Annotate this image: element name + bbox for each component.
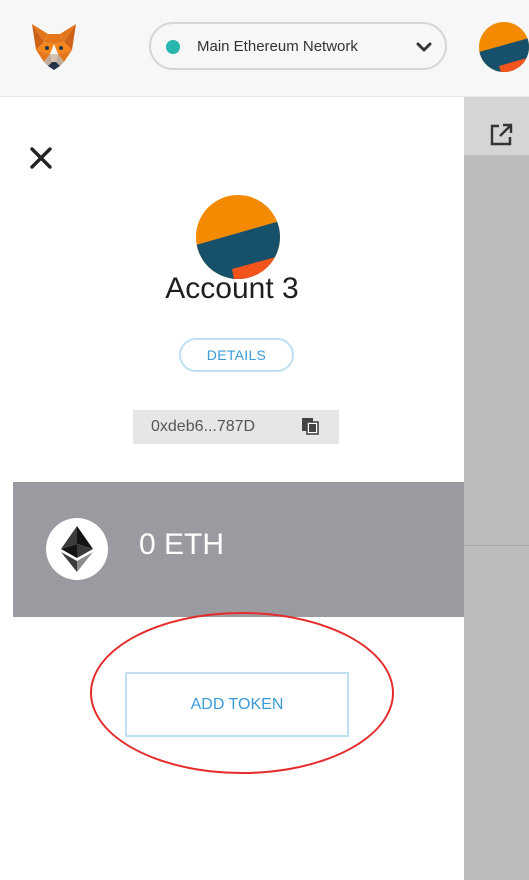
account-address: 0xdeb6...787D — [151, 418, 256, 435]
add-token-button[interactable]: ADD TOKEN — [125, 672, 349, 737]
address-copy-chip[interactable]: 0xdeb6...787D — [133, 410, 339, 444]
panel-divider — [464, 545, 529, 546]
identicon-icon — [479, 22, 529, 72]
account-sidebar: Account 3 DETAILS 0xdeb6...787D 0 ETH AD… — [0, 97, 464, 880]
copy-icon — [302, 418, 319, 435]
close-icon[interactable] — [28, 145, 54, 171]
network-status-dot — [166, 40, 180, 54]
details-button[interactable]: DETAILS — [179, 338, 294, 372]
account-identicon — [196, 195, 280, 279]
account-name: Account 3 — [165, 272, 299, 305]
app-header: Main Ethereum Network — [0, 0, 529, 97]
network-selector[interactable]: Main Ethereum Network — [149, 22, 447, 70]
chevron-down-icon — [416, 42, 432, 52]
main-content-panel — [464, 97, 529, 880]
identicon-icon — [196, 195, 280, 279]
external-link-icon[interactable] — [488, 122, 514, 148]
ethereum-icon — [61, 526, 93, 572]
balance-amount: 0 ETH — [139, 528, 225, 561]
network-name: Main Ethereum Network — [197, 38, 358, 55]
balance-section: 0 ETH — [13, 482, 464, 617]
fox-icon[interactable] — [28, 20, 80, 72]
account-avatar-button[interactable] — [479, 22, 529, 72]
metamask-window: Main Ethereum Network Account 3 DETAILS … — [0, 0, 529, 880]
ethereum-logo — [46, 518, 108, 580]
